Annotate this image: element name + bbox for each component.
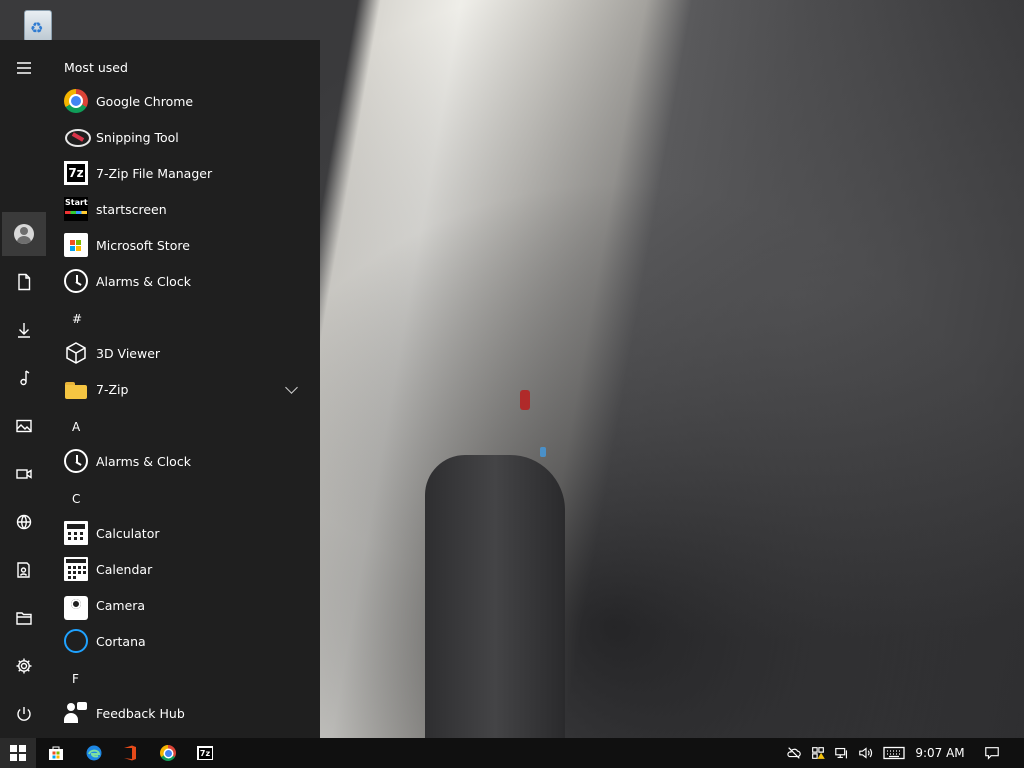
app-item-label: Calculator: [96, 525, 160, 541]
app-item-label: 3D Viewer: [96, 345, 161, 361]
app-list: Most used Google Chrome Snipping Tool 7-…: [56, 40, 320, 738]
user-avatar-icon[interactable]: [2, 212, 46, 256]
taskbar: 7z 9:07 AM: [0, 738, 1024, 768]
startscreen-icon: [64, 197, 88, 221]
3d-viewer-icon: [64, 341, 88, 365]
taskbar-edge[interactable]: [76, 738, 112, 768]
settings-icon[interactable]: [2, 644, 46, 688]
app-item-snipping-tool[interactable]: Snipping Tool: [56, 119, 314, 155]
file-explorer-icon[interactable]: [2, 596, 46, 640]
app-item-label: Snipping Tool: [96, 129, 179, 145]
app-item-label: 7-Zip File Manager: [96, 165, 213, 181]
start-icon: [10, 745, 26, 761]
app-item-label: Cortana: [96, 633, 146, 649]
app-item-label: Calendar: [96, 561, 153, 577]
chrome-icon: [160, 745, 176, 761]
group-header-f[interactable]: F: [72, 672, 79, 686]
start-menu: Most used Google Chrome Snipping Tool 7-…: [0, 40, 320, 738]
wallpaper-climber: [520, 390, 530, 410]
recycle-bin-icon[interactable]: [16, 6, 58, 44]
alarm-clock-icon: [64, 269, 88, 293]
most-used-header: Most used: [64, 60, 128, 75]
music-icon[interactable]: [2, 356, 46, 400]
videos-icon[interactable]: [2, 452, 46, 496]
calendar-icon: [64, 557, 88, 581]
alarm-clock-icon: [64, 449, 88, 473]
feedback-hub-icon: [64, 701, 88, 725]
downloads-icon[interactable]: [2, 308, 46, 352]
chrome-icon: [64, 89, 88, 113]
app-item-google-chrome[interactable]: Google Chrome: [56, 83, 314, 119]
chevron-down-icon[interactable]: [285, 381, 298, 394]
menu-icon[interactable]: [2, 46, 46, 90]
app-item-microsoft-store[interactable]: Microsoft Store: [56, 227, 314, 263]
taskbar-clock[interactable]: 9:07 AM: [910, 738, 970, 768]
action-center-icon[interactable]: [978, 738, 1006, 768]
wallpaper-climber: [540, 447, 546, 457]
power-icon[interactable]: [2, 692, 46, 736]
start-menu-rail: [0, 40, 50, 738]
taskbar-7zip[interactable]: 7z: [187, 738, 223, 768]
app-item-label: 7-Zip: [96, 381, 129, 397]
start-button[interactable]: [0, 738, 36, 768]
app-item-label: Microsoft Store: [96, 237, 190, 253]
app-item-camera[interactable]: Camera: [56, 587, 314, 623]
microsoft-store-icon: [49, 746, 63, 760]
wallpaper-rock-pillar: [425, 455, 565, 738]
camera-icon: [64, 596, 88, 620]
edge-icon: [86, 745, 102, 761]
app-item-label: Feedback Hub: [96, 705, 185, 721]
7zip-icon: [64, 161, 88, 185]
app-item-alarms-clock[interactable]: Alarms & Clock: [56, 443, 314, 479]
group-header-a[interactable]: A: [72, 420, 80, 434]
app-item-label: Google Chrome: [96, 93, 194, 109]
keyboard-icon[interactable]: [880, 738, 908, 768]
app-item-label: Alarms & Clock: [96, 273, 191, 289]
onedrive-offline-icon[interactable]: [782, 738, 806, 768]
7zip-icon: 7z: [197, 746, 213, 760]
app-item-label: startscreen: [96, 201, 167, 217]
app-folder-7zip[interactable]: 7-Zip: [56, 371, 314, 407]
snipping-tool-icon: [64, 125, 91, 149]
taskbar-microsoft-store[interactable]: [38, 738, 74, 768]
folder-icon: [64, 377, 88, 401]
taskbar-chrome[interactable]: [150, 738, 186, 768]
group-header-hash[interactable]: #: [72, 312, 82, 326]
volume-icon[interactable]: [854, 738, 878, 768]
app-item-alarms-clock[interactable]: Alarms & Clock: [56, 263, 314, 299]
network-icon[interactable]: [2, 500, 46, 544]
cortana-icon: [64, 629, 88, 653]
app-item-calendar[interactable]: Calendar: [56, 551, 314, 587]
windows-security-icon[interactable]: [806, 738, 830, 768]
documents-icon[interactable]: [2, 260, 46, 304]
taskbar-office[interactable]: [112, 738, 148, 768]
app-item-label: Alarms & Clock: [96, 453, 191, 469]
app-item-7zip-file-manager[interactable]: 7-Zip File Manager: [56, 155, 314, 191]
network-icon[interactable]: [830, 738, 854, 768]
calculator-icon: [64, 521, 88, 545]
app-item-label: Camera: [96, 597, 146, 613]
office-icon: [124, 745, 136, 761]
app-item-startscreen[interactable]: startscreen: [56, 191, 314, 227]
app-item-3d-viewer[interactable]: 3D Viewer: [56, 335, 314, 371]
app-item-calculator[interactable]: Calculator: [56, 515, 314, 551]
microsoft-store-icon: [64, 233, 88, 257]
app-item-cortana[interactable]: Cortana: [56, 623, 314, 659]
group-header-c[interactable]: C: [72, 492, 80, 506]
app-item-feedback-hub[interactable]: Feedback Hub: [56, 695, 314, 731]
pictures-icon[interactable]: [2, 404, 46, 448]
personal-folder-icon[interactable]: [2, 548, 46, 592]
